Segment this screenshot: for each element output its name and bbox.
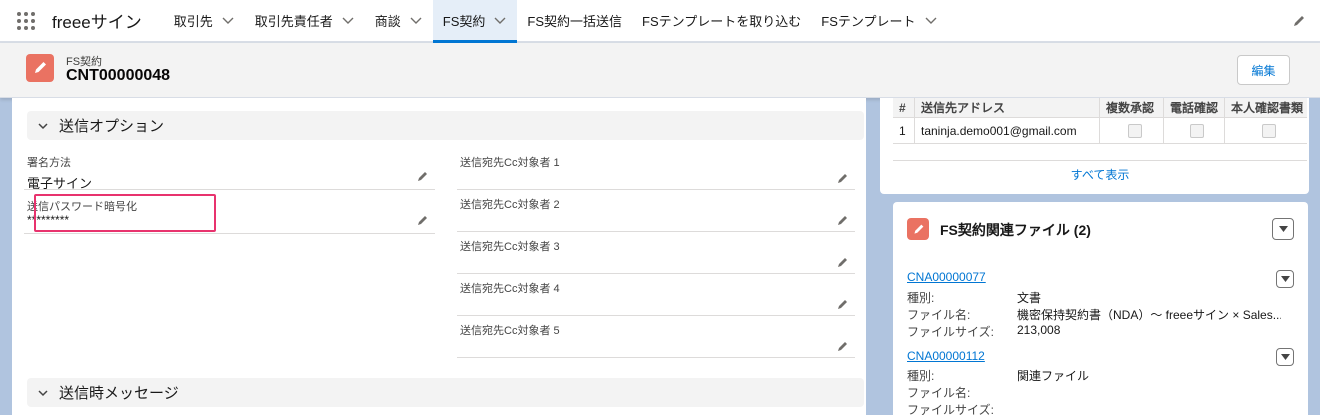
tab-fs-contracts[interactable]: FS契約 (432, 0, 518, 43)
file-link[interactable]: CNA00000112 (907, 349, 985, 363)
file-field-label: ファイル名: (907, 386, 971, 400)
field-cc-5: 送信宛先Cc対象者 5 (457, 318, 855, 358)
related-files-title: FS契約関連ファイル (2) (940, 222, 1091, 238)
file-field-value: 213,008 (1017, 323, 1061, 337)
edit-nav-pencil-icon[interactable] (1292, 14, 1306, 28)
edit-pencil-icon[interactable] (837, 172, 849, 184)
table-row: 1 taninja.demo001@gmail.com (893, 118, 1307, 144)
file-row-menu-button[interactable] (1276, 270, 1294, 288)
field-cc-4: 送信宛先Cc対象者 4 (457, 276, 855, 316)
id-document-checkbox[interactable] (1262, 123, 1276, 138)
tab-accounts[interactable]: 取引先 (164, 0, 245, 41)
file-link[interactable]: CNA00000077 (907, 270, 986, 284)
right-sidebar: # 送信先アドレス 複数承認 電話確認 本人確認書類 1 taninja.dem… (880, 98, 1320, 415)
multi-approval-cell (1100, 118, 1164, 143)
column-header: 電話確認 (1164, 98, 1225, 117)
field-label: 送信宛先Cc対象者 5 (460, 325, 560, 337)
related-files-menu-button[interactable] (1272, 218, 1294, 240)
tab-fs-bulk-send[interactable]: FS契約一括送信 (517, 0, 632, 41)
tab-contacts[interactable]: 取引先責任者 (245, 0, 365, 41)
tab-fs-templates[interactable]: FSテンプレート (811, 0, 947, 41)
file-field-label: ファイルサイズ: (907, 325, 994, 339)
file-field-label: ファイル名: (907, 308, 971, 322)
global-nav: freeeサイン 取引先 取引先責任者 商談 FS契約 FS契約一括送信 FSテ… (0, 0, 1320, 43)
field-label: 送信宛先Cc対象者 1 (460, 157, 560, 169)
phone-check-cell (1164, 118, 1225, 143)
chevron-down-icon (1280, 354, 1290, 360)
chevron-down-icon[interactable] (409, 14, 423, 28)
column-header: 複数承認 (1100, 98, 1164, 117)
chevron-down-icon (1280, 276, 1290, 282)
highlight-box (34, 194, 216, 232)
chevron-down-icon[interactable] (221, 14, 235, 28)
section-send-message[interactable]: 送信時メッセージ (27, 378, 864, 407)
field-label: 送信宛先Cc対象者 2 (460, 199, 560, 211)
edit-pencil-icon[interactable] (837, 340, 849, 352)
tab-fs-template-import[interactable]: FSテンプレートを取り込む (632, 0, 811, 41)
recipients-card: # 送信先アドレス 複数承認 電話確認 本人確認書類 1 taninja.dem… (880, 98, 1309, 194)
tab-label: FS契約一括送信 (527, 14, 623, 29)
related-files-card: FS契約関連ファイル (2) CNA00000077 種別: 文書 ファイル名:… (893, 202, 1308, 415)
app-launcher-icon[interactable] (0, 0, 52, 41)
tab-label: FS契約 (442, 14, 486, 29)
chevron-down-icon[interactable] (493, 14, 507, 28)
tab-opportunities[interactable]: 商談 (365, 0, 433, 41)
edit-pencil-icon[interactable] (837, 256, 849, 268)
field-value: 電子サイン (27, 176, 93, 191)
row-number: 1 (893, 118, 915, 143)
id-document-cell (1225, 118, 1307, 143)
phone-check-checkbox[interactable] (1190, 123, 1204, 138)
chevron-down-icon (37, 387, 49, 399)
column-header: 送信先アドレス (915, 98, 1100, 117)
tab-label: FSテンプレート (821, 14, 916, 29)
chevron-down-icon (1278, 226, 1288, 232)
file-field-label: ファイルサイズ: (907, 403, 994, 415)
field-cc-3: 送信宛先Cc対象者 3 (457, 234, 855, 274)
file-field-value: 文書 (1017, 291, 1042, 305)
tab-label: FSテンプレートを取り込む (642, 14, 802, 29)
tab-label: 商談 (374, 14, 401, 29)
record-pencil-icon (26, 54, 54, 82)
files-pencil-icon (907, 218, 929, 240)
column-header: 本人確認書類 (1231, 101, 1304, 115)
view-all-link[interactable]: すべて表示 (893, 160, 1307, 188)
tab-label: 取引先 (173, 14, 213, 29)
section-title: 送信オプション (59, 118, 165, 135)
field-cc-2: 送信宛先Cc対象者 2 (457, 192, 855, 232)
chevron-down-icon[interactable] (341, 14, 355, 28)
tab-label: 取引先責任者 (254, 14, 333, 29)
section-send-options[interactable]: 送信オプション (27, 111, 864, 140)
edit-pencil-icon[interactable] (417, 170, 429, 182)
field-label: 送信宛先Cc対象者 4 (460, 283, 560, 295)
file-field-label: 種別: (907, 291, 935, 305)
field-label: 送信宛先Cc対象者 3 (460, 241, 560, 253)
edit-pencil-icon[interactable] (837, 298, 849, 310)
chevron-down-icon (37, 120, 49, 132)
edit-button[interactable]: 編集 (1237, 55, 1290, 85)
record-title: CNT00000048 (66, 67, 171, 84)
column-header: # (893, 98, 915, 117)
recipients-table-header: # 送信先アドレス 複数承認 電話確認 本人確認書類 (893, 98, 1307, 118)
record-header: FS契約 CNT00000048 編集 (0, 43, 1320, 98)
edit-pencil-icon[interactable] (837, 214, 849, 226)
file-field-value: 機密保持契約書（NDA）〜 freeeサイン × Sales... (1017, 308, 1281, 322)
file-row-menu-button[interactable] (1276, 348, 1294, 366)
file-field-value: 関連ファイル (1017, 369, 1090, 383)
chevron-down-icon[interactable] (924, 14, 938, 28)
multi-approval-checkbox[interactable] (1127, 123, 1142, 138)
file-field-label: 種別: (907, 369, 935, 383)
section-title: 送信時メッセージ (59, 385, 179, 402)
details-panel: 送信オプション 署名方法 電子サイン 送信パスワード暗号化 ********* … (12, 98, 866, 415)
app-name: freeeサイン (52, 13, 142, 32)
field-cc-1: 送信宛先Cc対象者 1 (457, 150, 855, 190)
field-label: 署名方法 (27, 157, 71, 169)
field-signature-method: 署名方法 電子サイン (24, 150, 435, 191)
edit-pencil-icon[interactable] (417, 214, 429, 226)
recipient-address: taninja.demo001@gmail.com (915, 118, 1100, 143)
